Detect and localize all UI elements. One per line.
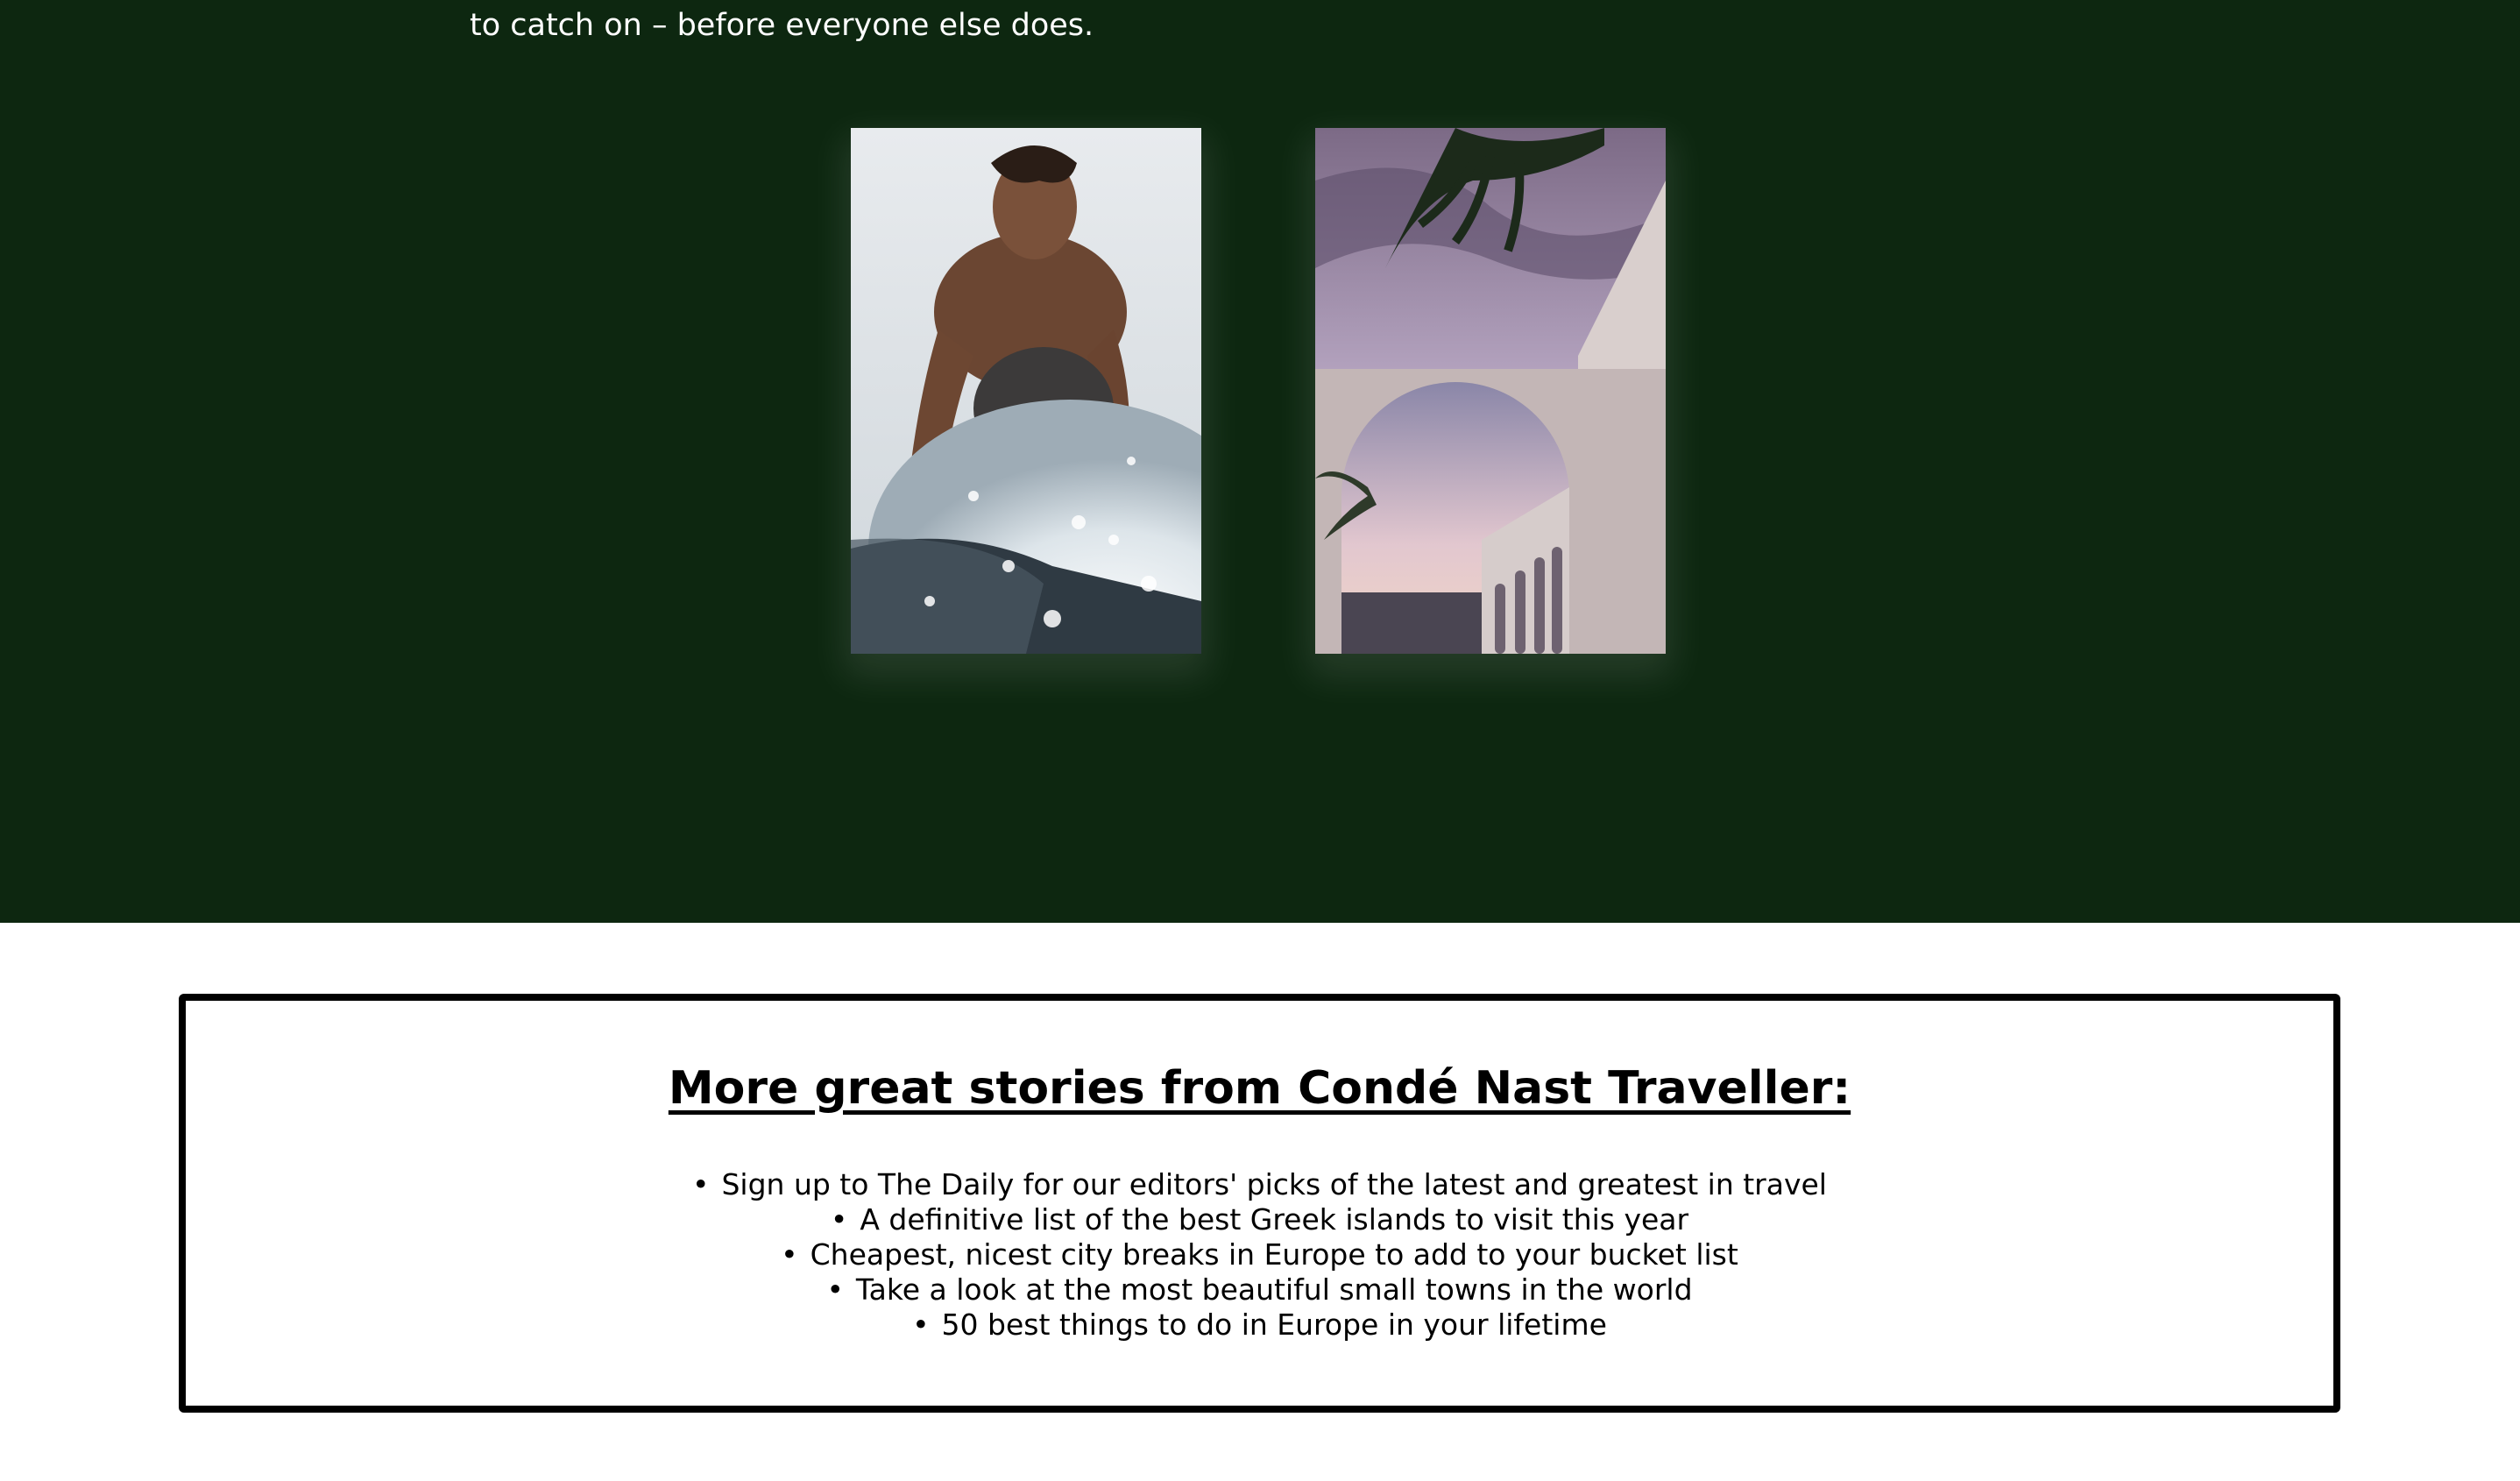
surfer-photo[interactable] — [851, 128, 1201, 654]
arch-photo[interactable] — [1315, 128, 1666, 654]
bullet-icon: • — [692, 1167, 710, 1201]
story-link[interactable]: Take a look at the most beautiful small … — [856, 1272, 1693, 1307]
more-stories-list: • Sign up to The Daily for our editors' p… — [186, 1167, 2333, 1343]
list-item[interactable]: • 50 best things to do in Europe in your … — [186, 1307, 2333, 1343]
more-stories-title: More great stories from Condé Nast Trave… — [668, 1062, 1851, 1115]
bullet-icon: • — [781, 1237, 798, 1272]
bullet-icon: • — [826, 1272, 844, 1307]
hero-section: to catch on – before everyone else does. — [0, 0, 2520, 923]
intro-text-line: to catch on – before everyone else does. — [470, 8, 1094, 43]
story-link[interactable]: Sign up to The Daily for our editors' pi… — [721, 1167, 1827, 1201]
story-link[interactable]: Cheapest, nicest city breaks in Europe t… — [811, 1237, 1738, 1272]
arch-image — [1315, 128, 1666, 654]
intro-text: to catch on – before everyone else does. — [470, 0, 2134, 51]
list-item[interactable]: • Sign up to The Daily for our editors' p… — [186, 1167, 2333, 1202]
bullet-icon: • — [912, 1307, 930, 1342]
story-link[interactable]: A definitive list of the best Greek isla… — [860, 1202, 1688, 1237]
bullet-icon: • — [830, 1202, 848, 1237]
story-link[interactable]: 50 best things to do in Europe in your l… — [942, 1307, 1607, 1342]
surfer-image — [851, 128, 1201, 654]
more-stories-box: More great stories from Condé Nast Trave… — [179, 994, 2340, 1413]
list-item[interactable]: • A definitive list of the best Greek isl… — [186, 1202, 2333, 1237]
list-item[interactable]: • Take a look at the most beautiful small… — [186, 1272, 2333, 1307]
list-item[interactable]: • Cheapest, nicest city breaks in Europe … — [186, 1237, 2333, 1272]
